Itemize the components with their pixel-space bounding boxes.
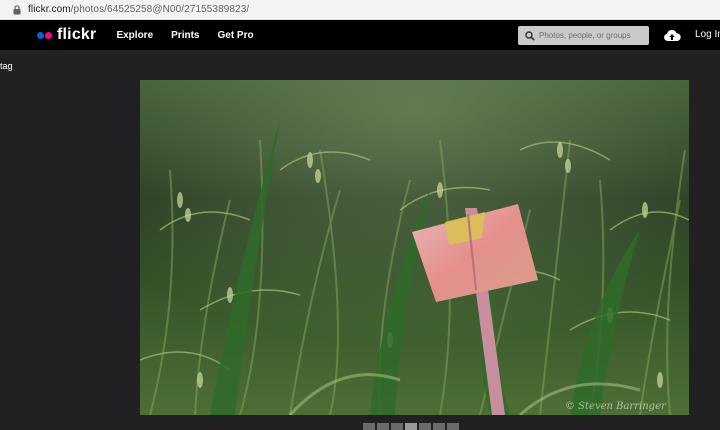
upload-cloud-icon[interactable] — [662, 25, 682, 45]
filmstrip-thumbnail[interactable] — [363, 423, 375, 430]
filmstrip-thumbnail[interactable] — [447, 423, 459, 430]
url-path: /photos/64525258@N00/27155389823/ — [70, 4, 250, 15]
url-text[interactable]: flickr.com/photos/64525258@N00/271553898… — [28, 4, 249, 15]
filmstrip-thumbnail[interactable] — [419, 423, 431, 430]
browser-address-bar[interactable]: flickr.com/photos/64525258@N00/271553898… — [0, 0, 720, 20]
filmstrip-thumbnail-active[interactable] — [405, 423, 417, 430]
filmstrip-thumbnail[interactable] — [433, 423, 445, 430]
logo-text: flickr — [57, 26, 97, 43]
url-host: flickr.com — [28, 4, 71, 15]
filmstrip-thumbnail[interactable] — [391, 423, 403, 430]
tag-label[interactable]: tag — [0, 61, 13, 71]
nav-get-pro[interactable]: Get Pro — [217, 30, 253, 41]
logo-blue-dot — [37, 31, 44, 39]
flickr-logo[interactable]: flickr — [37, 20, 96, 50]
nav-explore[interactable]: Explore — [116, 30, 153, 41]
lock-icon — [10, 0, 24, 20]
logo-pink-dot — [45, 31, 52, 39]
search-icon[interactable] — [521, 26, 539, 45]
nav-prints[interactable]: Prints — [171, 30, 199, 41]
login-link[interactable]: Log In — [695, 29, 720, 40]
main-nav: Explore Prints Get Pro — [116, 30, 271, 41]
photo-filmstrip — [363, 423, 461, 430]
search-box[interactable] — [518, 26, 649, 45]
search-input[interactable] — [539, 31, 639, 40]
filmstrip-thumbnail[interactable] — [377, 423, 389, 430]
main-photo[interactable] — [140, 80, 689, 415]
site-header: flickr Explore Prints Get Pro Log In — [0, 20, 720, 50]
photo-watermark: © Steven Barringer — [565, 401, 666, 412]
rice-field-photo — [140, 80, 689, 415]
